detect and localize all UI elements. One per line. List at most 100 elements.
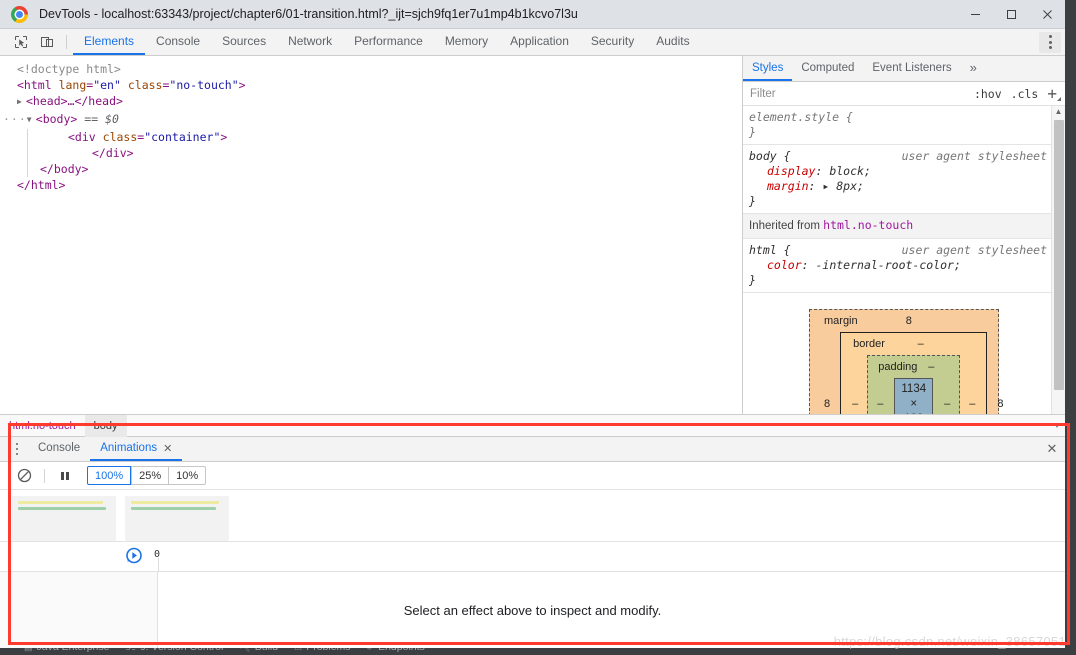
dom-tree[interactable]: <!doctype html> <html lang="en" class="n…	[0, 56, 743, 414]
dom-line-div-close[interactable]: </div>	[27, 145, 742, 161]
animation-bar	[18, 507, 107, 510]
animation-group-card[interactable]	[12, 496, 116, 541]
dom-line-html-open[interactable]: <html lang="en" class="no-touch">	[0, 77, 742, 93]
hov-toggle[interactable]: :hov	[974, 87, 1002, 101]
devtools-window: DevTools - localhost:63343/project/chapt…	[0, 0, 1065, 648]
box-model-content[interactable]: 1134 × 100	[894, 378, 934, 414]
filter-input[interactable]	[748, 84, 974, 103]
padding-left-value[interactable]: –	[874, 397, 886, 412]
declaration-property[interactable]: color	[749, 258, 802, 272]
animation-group-card[interactable]	[125, 496, 229, 541]
speed-button-25[interactable]: 25%	[131, 466, 169, 485]
toolbar-divider	[44, 468, 45, 483]
style-rule-body[interactable]: user agent stylesheet body { display: bl…	[743, 145, 1065, 214]
clear-all-icon[interactable]	[12, 464, 36, 488]
margin-right-value[interactable]: 8	[993, 397, 1007, 412]
tab-computed[interactable]: Computed	[792, 56, 863, 81]
rule-close: }	[749, 125, 756, 139]
tab-security[interactable]: Security	[580, 29, 645, 55]
scrollbar-thumb[interactable]	[1053, 120, 1064, 390]
caret-icon	[1057, 96, 1061, 101]
styles-scrollbar[interactable]: ▲	[1051, 106, 1065, 414]
box-model[interactable]: margin 8 8 border – – padding – – 1134 ×…	[809, 309, 1003, 414]
declaration-value[interactable]: -internal-root-color;	[815, 258, 960, 272]
drawer-tab-console[interactable]: Console	[28, 437, 90, 461]
dom-line-body-close[interactable]: </body>	[27, 161, 742, 177]
tab-console[interactable]: Console	[145, 29, 211, 55]
rule-selector: html {	[749, 243, 791, 257]
minimize-button[interactable]	[957, 0, 993, 29]
styles-sidebar-tabs: Styles Computed Event Listeners »	[743, 56, 1065, 82]
declaration-value[interactable]: ▸ 8px;	[822, 179, 864, 193]
dom-line-body-open[interactable]: ···▼ <body> == $0	[0, 111, 742, 129]
margin-top-value[interactable]: 8	[906, 314, 912, 329]
padding-label: padding	[878, 361, 918, 373]
dom-line-div-open[interactable]: <div class="container">	[27, 129, 742, 145]
drawer-close-icon[interactable]: ✕	[1039, 437, 1065, 461]
rule-selector: element.style {	[749, 110, 853, 124]
border-right-value[interactable]: –	[966, 397, 978, 412]
more-tabs-icon[interactable]: »	[961, 56, 986, 81]
chevron-right-icon[interactable]: ▶	[17, 94, 26, 110]
style-rule-element-style[interactable]: element.style { }	[743, 106, 1065, 145]
styles-filter-actions: :hov .cls +	[974, 85, 1065, 101]
margin-label: margin	[824, 315, 858, 327]
style-rule-html[interactable]: user agent stylesheet html { color: -int…	[743, 239, 1065, 293]
new-style-rule-button[interactable]: +	[1047, 85, 1061, 101]
border-top-value[interactable]: –	[918, 337, 924, 352]
declaration-property[interactable]: margin	[749, 179, 809, 193]
tab-memory[interactable]: Memory	[434, 29, 499, 55]
breadcrumb-expand-icon[interactable]: ▾	[1049, 421, 1065, 430]
padding-top-value[interactable]: –	[928, 360, 934, 375]
inspect-element-icon[interactable]	[8, 29, 34, 55]
close-button[interactable]	[1029, 0, 1065, 29]
tabstrip-right	[1020, 29, 1065, 55]
speed-button-10[interactable]: 10%	[168, 466, 207, 485]
declaration-value[interactable]: block;	[829, 164, 871, 178]
dom-badge-ellipsis[interactable]: ···	[3, 112, 27, 126]
border-left-value[interactable]: –	[849, 397, 861, 412]
tab-audits[interactable]: Audits	[645, 29, 700, 55]
tab-elements[interactable]: Elements	[73, 29, 146, 55]
tab-network[interactable]: Network	[277, 29, 343, 55]
dom-line-head[interactable]: ▶ <head>…</head>	[0, 93, 742, 111]
tab-styles[interactable]: Styles	[743, 56, 793, 81]
maximize-button[interactable]	[993, 0, 1029, 29]
dom-line-html-close[interactable]: </html>	[0, 177, 742, 193]
drawer-kebab-menu-icon[interactable]	[6, 437, 28, 461]
rule-close: }	[749, 194, 756, 208]
tab-performance[interactable]: Performance	[343, 29, 434, 55]
inherited-source[interactable]: html.no-touch	[823, 218, 913, 232]
chrome-logo-icon	[11, 5, 28, 23]
drawer-tab-animations[interactable]: Animations ✕	[90, 437, 183, 461]
tab-event-listeners[interactable]: Event Listeners	[863, 56, 960, 81]
device-toolbar-icon[interactable]	[34, 29, 60, 55]
kebab-menu-icon[interactable]	[1039, 31, 1061, 53]
margin-left-value[interactable]: 8	[820, 397, 834, 412]
declaration-property[interactable]: display	[749, 164, 815, 178]
breadcrumb-item-body[interactable]: body	[84, 414, 127, 437]
box-model-border[interactable]: border – – padding – – 1134 × – –	[840, 332, 988, 414]
animations-toolbar: 100% 25% 10%	[0, 462, 1065, 490]
dom-line-doctype[interactable]: <!doctype html>	[0, 61, 742, 77]
close-tab-icon[interactable]: ✕	[163, 442, 172, 455]
padding-right-value[interactable]: –	[941, 397, 953, 412]
title-bar: DevTools - localhost:63343/project/chapt…	[0, 0, 1065, 29]
speed-button-100[interactable]: 100%	[87, 466, 132, 485]
tab-sources[interactable]: Sources	[211, 29, 277, 55]
scroll-up-arrow-icon[interactable]: ▲	[1055, 106, 1063, 119]
box-model-margin[interactable]: margin 8 8 border – – padding – – 1134 ×…	[809, 309, 1003, 414]
tab-application[interactable]: Application	[499, 29, 580, 55]
rule-origin: user agent stylesheet	[901, 243, 1047, 257]
breadcrumb-item-html[interactable]: html.no-touch	[0, 415, 85, 437]
chevron-down-icon[interactable]: ▼	[27, 112, 36, 128]
styles-rules-list[interactable]: element.style { } user agent stylesheet …	[743, 106, 1065, 414]
playback-speed-group: 100% 25% 10%	[87, 466, 207, 485]
pause-icon[interactable]	[53, 464, 77, 488]
box-model-padding[interactable]: padding – – 1134 × 100	[867, 355, 961, 414]
animation-timeline[interactable]: 0	[0, 542, 1065, 600]
watermark: https://blog.csdn.net/weixin_38657051	[833, 634, 1066, 649]
window-title: DevTools - localhost:63343/project/chapt…	[39, 7, 578, 21]
cls-toggle[interactable]: .cls	[1011, 87, 1039, 101]
replay-icon[interactable]	[125, 546, 143, 567]
